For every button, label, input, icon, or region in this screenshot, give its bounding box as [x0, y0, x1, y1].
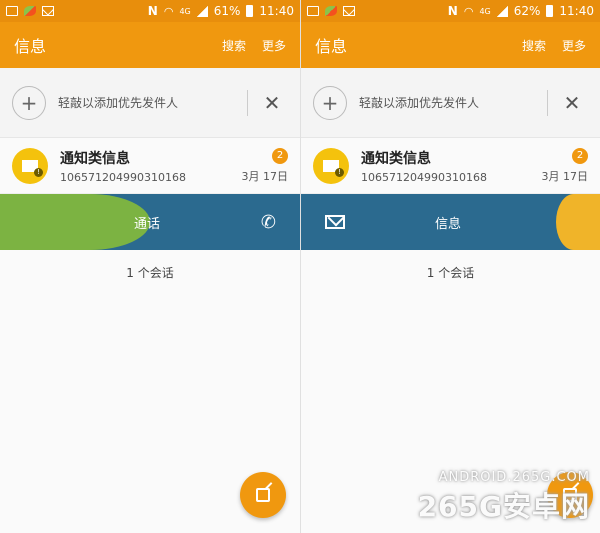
phone-icon: ✆ [260, 211, 276, 233]
battery-icon [546, 5, 554, 17]
watermark-url: ANDROID.265G.COM [438, 470, 590, 485]
app-bar: 信息 搜索 更多 [301, 22, 600, 68]
clock: 11:40 [259, 4, 294, 18]
battery-icon [246, 5, 254, 17]
conversation-item[interactable]: 通知类信息 106571204990310168 2 3月 17日 [0, 138, 300, 194]
swipe-message-label: 信息 [435, 216, 462, 232]
conversation-name: 通知类信息 [60, 150, 130, 167]
add-priority-sender-hint[interactable]: 轻敲以添加优先发件人 [359, 94, 479, 111]
screenshot-stage: N ◠ 4G 61% 11:40 信息 搜索 更多 + 轻敲以添加优先发件人 ✕ [0, 0, 600, 533]
swipe-call-label: 通话 [134, 216, 161, 232]
swipe-reveal-orange [556, 194, 600, 250]
mail-notification-icon [42, 6, 54, 16]
avatar [313, 147, 349, 184]
page-title: 信息 [14, 37, 47, 56]
app-bar: 信息 搜索 更多 [0, 22, 300, 68]
network-type: 4G [179, 6, 191, 16]
signal-icon [496, 5, 508, 17]
swipe-message-action[interactable]: 信息 [301, 194, 600, 250]
unread-badge: 2 [572, 147, 588, 164]
envelope-icon [22, 159, 43, 177]
site-watermark: ANDROID.265G.COM 265G安卓网 [418, 470, 590, 525]
add-sender-button[interactable]: + [12, 85, 46, 120]
swipe-call-action[interactable]: 通话 ✆ [0, 194, 300, 250]
nfc-icon: N [147, 4, 158, 18]
conversation-date: 3月 17日 [241, 169, 289, 183]
app-notification-icon [325, 6, 337, 16]
watermark-logo-text: 265G安卓网 [417, 490, 590, 523]
conversation-count: 1 个会话 [126, 266, 174, 280]
conversation-item[interactable]: 通知类信息 106571204990310168 2 3月 17日 [301, 138, 600, 194]
sender-number: 106571204990310168 [60, 170, 186, 184]
signal-icon [196, 5, 208, 17]
search-button[interactable]: 搜索 [222, 37, 246, 54]
status-bar: N ◠ 4G 61% 11:40 [0, 0, 300, 22]
wifi-icon: ◠ [463, 4, 474, 18]
compose-button[interactable] [240, 472, 286, 518]
right-phone-screen: N ◠ 4G 62% 11:40 信息 搜索 更多 + 轻敲以添加优先发件人 ✕ [300, 0, 600, 533]
divider [547, 89, 548, 116]
gallery-notification-icon [6, 6, 18, 16]
battery-percent: 61% [213, 4, 241, 18]
network-type: 4G [479, 6, 491, 16]
search-button[interactable]: 搜索 [522, 37, 546, 54]
divider [247, 89, 248, 116]
envelope-icon [323, 159, 344, 177]
plus-icon: + [20, 90, 38, 115]
mail-notification-icon [343, 6, 355, 16]
sender-number: 106571204990310168 [361, 170, 487, 184]
conversation-count: 1 个会话 [426, 266, 475, 280]
close-icon[interactable]: ✕ [556, 91, 588, 115]
wifi-icon: ◠ [163, 4, 174, 18]
more-button[interactable]: 更多 [262, 37, 286, 54]
nfc-icon: N [447, 4, 458, 18]
add-sender-button[interactable]: + [313, 85, 347, 120]
message-icon [325, 215, 345, 229]
add-priority-sender-hint[interactable]: 轻敲以添加优先发件人 [58, 94, 178, 111]
close-icon[interactable]: ✕ [256, 91, 288, 115]
more-button[interactable]: 更多 [562, 37, 586, 54]
compose-icon [256, 488, 270, 502]
plus-icon: + [321, 90, 339, 115]
gallery-notification-icon [307, 6, 319, 16]
priority-sender-bar: + 轻敲以添加优先发件人 ✕ [301, 68, 600, 138]
avatar [12, 147, 48, 184]
conversation-date: 3月 17日 [541, 169, 589, 183]
left-phone-screen: N ◠ 4G 61% 11:40 信息 搜索 更多 + 轻敲以添加优先发件人 ✕ [0, 0, 300, 533]
clock: 11:40 [559, 4, 594, 18]
app-notification-icon [24, 6, 36, 16]
conversation-name: 通知类信息 [361, 150, 431, 167]
page-title: 信息 [315, 37, 348, 56]
swipe-reveal-green [0, 194, 150, 250]
priority-sender-bar: + 轻敲以添加优先发件人 ✕ [0, 68, 300, 138]
unread-badge: 2 [272, 147, 288, 164]
battery-percent: 62% [513, 4, 541, 18]
status-bar: N ◠ 4G 62% 11:40 [301, 0, 600, 22]
